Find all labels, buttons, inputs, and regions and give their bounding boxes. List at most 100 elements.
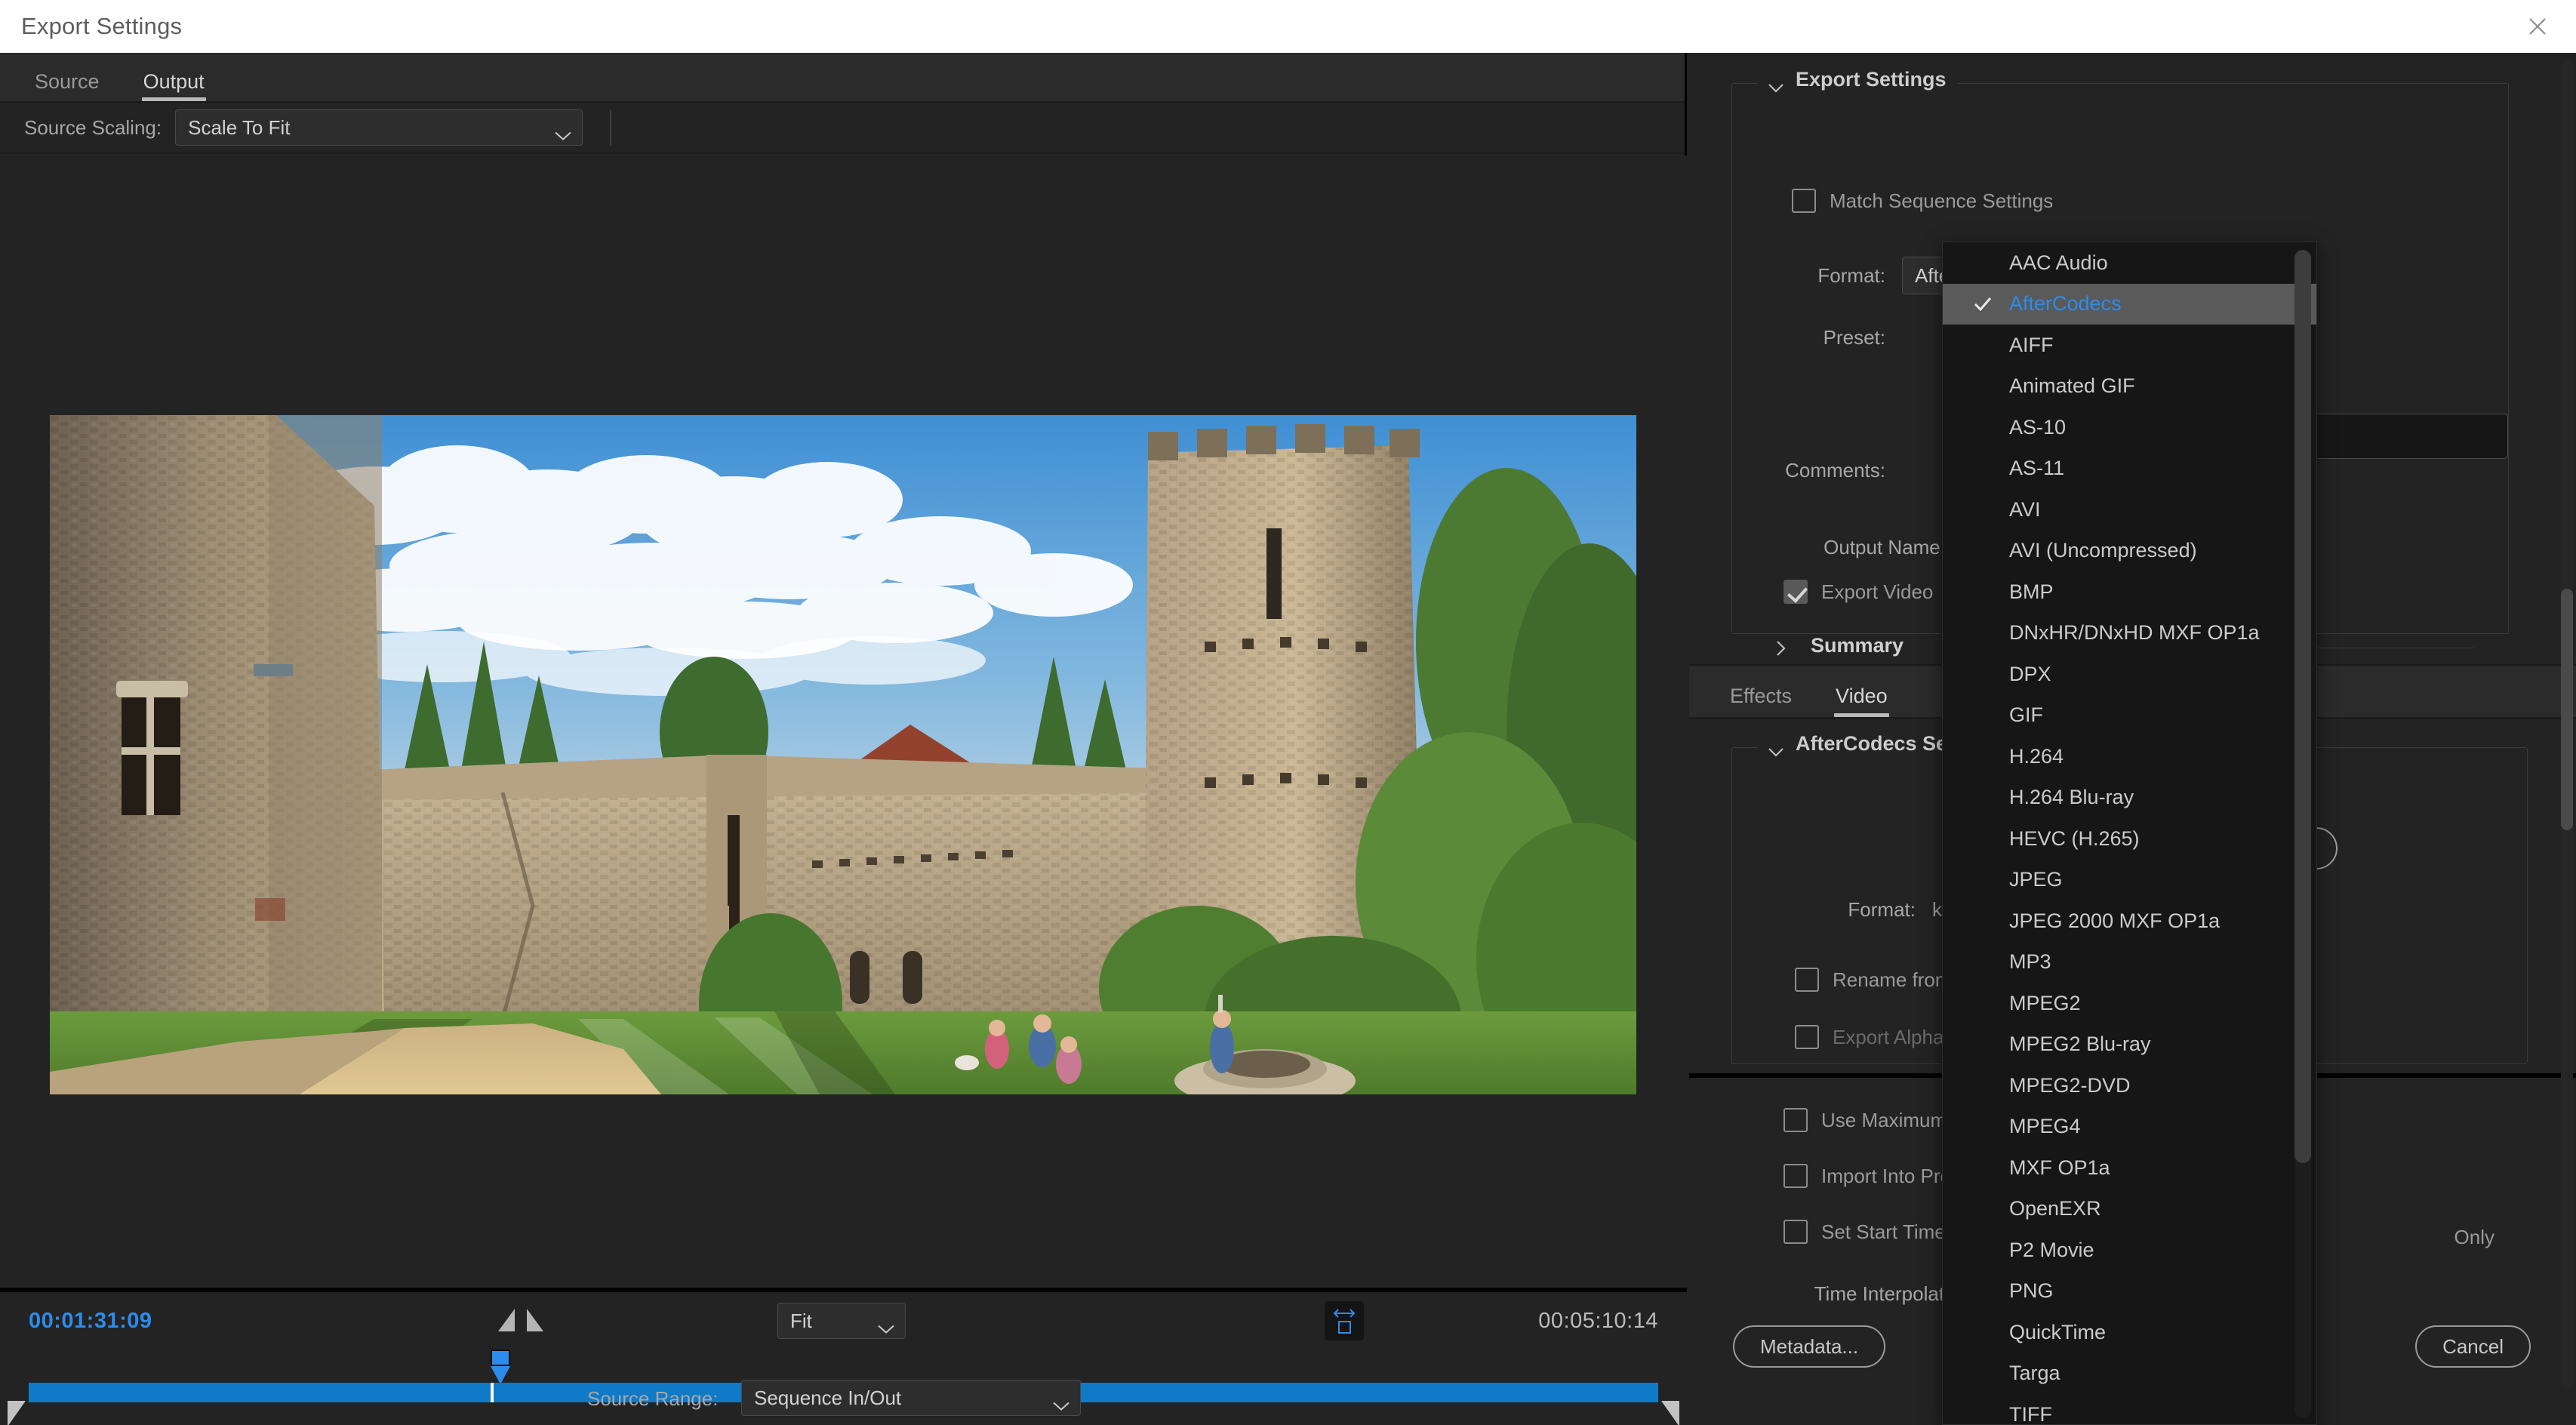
format-option-animated-gif[interactable]: Animated GIF xyxy=(1943,366,2316,408)
export-video-row[interactable]: Export Video xyxy=(1784,580,1933,604)
resize-arrow-icon xyxy=(1333,1308,1356,1319)
export-settings-window: Export Settings Source Output Source Sca… xyxy=(0,0,2576,1425)
format-option-label: MXF OP1a xyxy=(2009,1156,2110,1180)
export-video-label: Export Video xyxy=(1821,580,1933,604)
format-option-mxf-op1a[interactable]: MXF OP1a xyxy=(1943,1147,2316,1189)
format-option-label: AVI xyxy=(2009,498,2041,522)
format-dropdown-menu[interactable]: AAC Audio AfterCodecsAIFF Animated GIF AS-1… xyxy=(1942,242,2317,1425)
format-option-label: MPEG4 xyxy=(2009,1115,2081,1138)
format-option-label: AAC Audio xyxy=(2009,251,2108,275)
format-option-tiff[interactable]: TIFF xyxy=(1943,1394,2316,1425)
format-option-p2-movie[interactable]: P2 Movie xyxy=(1943,1230,2316,1271)
format-option-jpeg[interactable]: JPEG xyxy=(1943,860,2316,901)
format-option-aiff[interactable]: AIFF xyxy=(1943,325,2316,366)
format-option-label: Animated GIF xyxy=(2009,374,2135,398)
mark-out-icon[interactable] xyxy=(527,1309,543,1331)
video-preview-frame[interactable] xyxy=(50,415,1636,1094)
source-scaling-value: Scale To Fit xyxy=(188,116,290,140)
match-sequence-settings-checkbox[interactable] xyxy=(1792,189,1816,213)
export-settings-title: Export Settings xyxy=(1796,68,1947,91)
tab-effects[interactable]: Effects xyxy=(1718,685,1804,717)
format-option-label: MPEG2 Blu-ray xyxy=(2009,1033,2151,1056)
aftercodecs-title: AfterCodecs Setti xyxy=(1796,732,1967,756)
use-maximum-render-checkbox[interactable] xyxy=(1784,1108,1808,1132)
format-option-label: DPX xyxy=(2009,663,2051,686)
format-option-h-264-blu-ray[interactable]: H.264 Blu-ray xyxy=(1943,777,2316,819)
format-option-mpeg2-dvd[interactable]: MPEG2-DVD xyxy=(1943,1065,2316,1106)
format-dropdown-scrollbar-thumb[interactable] xyxy=(2294,250,2311,1163)
output-name-label: Output Name: xyxy=(1765,536,1946,559)
frame-square-icon xyxy=(1338,1321,1351,1334)
format-option-mpeg4[interactable]: MPEG4 xyxy=(1943,1106,2316,1148)
settings-scrollbar-thumb[interactable] xyxy=(2561,589,2573,830)
aftercodecs-format-label: Format: xyxy=(1765,898,1916,922)
close-icon[interactable] xyxy=(2520,9,2555,44)
check-icon xyxy=(1973,294,1993,314)
format-option-quicktime[interactable]: QuickTime xyxy=(1943,1312,2316,1353)
zoom-level-select[interactable]: Fit xyxy=(777,1303,906,1339)
format-option-mp3[interactable]: MP3 xyxy=(1943,942,2316,983)
format-option-aac-audio[interactable]: AAC Audio xyxy=(1943,242,2316,284)
source-scaling-select[interactable]: Scale To Fit xyxy=(175,109,583,146)
metadata-button[interactable]: Metadata... xyxy=(1733,1325,1885,1368)
format-option-dpx[interactable]: DPX xyxy=(1943,654,2316,695)
format-option-hevc-h-265[interactable]: HEVC (H.265) xyxy=(1943,818,2316,860)
format-option-gif[interactable]: GIF xyxy=(1943,695,2316,737)
rename-checkbox[interactable] xyxy=(1795,968,1819,992)
set-start-timecode-checkbox[interactable] xyxy=(1784,1220,1808,1244)
format-option-avi[interactable]: AVI xyxy=(1943,489,2316,531)
format-option-as-10[interactable]: AS-10 xyxy=(1943,407,2316,448)
format-option-label: QuickTime xyxy=(2009,1321,2106,1344)
format-option-mpeg2[interactable]: MPEG2 xyxy=(1943,983,2316,1024)
export-settings-header[interactable]: Export Settings xyxy=(1758,68,1957,91)
tab-source[interactable]: Source xyxy=(23,70,112,101)
fit-to-frame-icon[interactable] xyxy=(1325,1301,1364,1340)
format-option-openexr[interactable]: OpenEXR xyxy=(1943,1189,2316,1230)
playhead-head xyxy=(491,1350,510,1366)
export-video-checkbox[interactable] xyxy=(1784,580,1808,604)
import-into-project-checkbox[interactable] xyxy=(1784,1164,1808,1188)
format-option-jpeg-2000-mxf-op1a[interactable]: JPEG 2000 MXF OP1a xyxy=(1943,900,2316,942)
chevron-down-icon xyxy=(878,1316,894,1326)
format-option-label: P2 Movie xyxy=(2009,1239,2094,1262)
settings-scrollbar[interactable] xyxy=(2561,60,2573,1389)
timeline-toolbar: 00:01:31:09 Fit xyxy=(0,1292,1687,1348)
format-option-bmp[interactable]: BMP xyxy=(1943,571,2316,613)
preview-tabstrip: Source Output xyxy=(0,53,1685,103)
summary-row[interactable]: Summary xyxy=(1776,634,1904,657)
format-option-avi-uncompressed[interactable]: AVI (Uncompressed) xyxy=(1943,531,2316,572)
zoom-level-wrapper: Fit xyxy=(777,1303,906,1339)
format-option-label: Targa xyxy=(2009,1362,2060,1385)
format-option-label: MPEG2 xyxy=(2009,992,2081,1015)
format-dropdown-scrollbar[interactable] xyxy=(2294,250,2311,1418)
format-option-png[interactable]: PNG xyxy=(1943,1271,2316,1313)
format-option-as-11[interactable]: AS-11 xyxy=(1943,448,2316,490)
match-sequence-settings-row[interactable]: Match Sequence Settings xyxy=(1792,189,2053,213)
format-option-label: AS-10 xyxy=(2009,416,2066,439)
mark-buttons xyxy=(498,1309,543,1331)
format-option-label: PNG xyxy=(2009,1279,2054,1303)
tab-output[interactable]: Output xyxy=(131,70,217,101)
format-dropdown-list: AAC Audio AfterCodecsAIFF Animated GIF AS-1… xyxy=(1943,242,2316,1425)
title-bar: Export Settings xyxy=(0,0,2576,53)
format-option-aftercodecs[interactable]: AfterCodecs xyxy=(1943,284,2316,325)
format-option-mpeg2-blu-ray[interactable]: MPEG2 Blu-ray xyxy=(1943,1024,2316,1066)
zoom-level-value: Fit xyxy=(790,1310,812,1333)
preview-pane: Source Output Source Scaling: Scale To F… xyxy=(0,53,1687,1425)
format-option-h-264[interactable]: H.264 xyxy=(1943,736,2316,777)
format-option-label: OpenEXR xyxy=(2009,1197,2101,1220)
format-option-label: H.264 xyxy=(2009,745,2064,768)
preview-timeline: 00:01:31:09 Fit xyxy=(0,1288,1687,1425)
source-range-select[interactable]: Sequence In/Out xyxy=(741,1380,1081,1416)
tab-video[interactable]: Video xyxy=(1824,685,1900,717)
format-option-label: TIFF xyxy=(2009,1403,2052,1425)
format-option-dnxhr-dnxhd-mxf-op1a[interactable]: DNxHR/DNxHD MXF OP1a xyxy=(1943,613,2316,654)
cancel-button[interactable]: Cancel xyxy=(2415,1325,2531,1368)
export-alpha-checkbox[interactable] xyxy=(1795,1025,1819,1049)
chevron-down-icon xyxy=(555,123,571,133)
chevron-down-icon xyxy=(1053,1393,1069,1403)
format-option-label: DNxHR/DNxHD MXF OP1a xyxy=(2009,621,2260,645)
format-option-targa[interactable]: Targa xyxy=(1943,1353,2316,1395)
current-timecode[interactable]: 00:01:31:09 xyxy=(29,1309,152,1334)
mark-in-icon[interactable] xyxy=(498,1309,515,1331)
